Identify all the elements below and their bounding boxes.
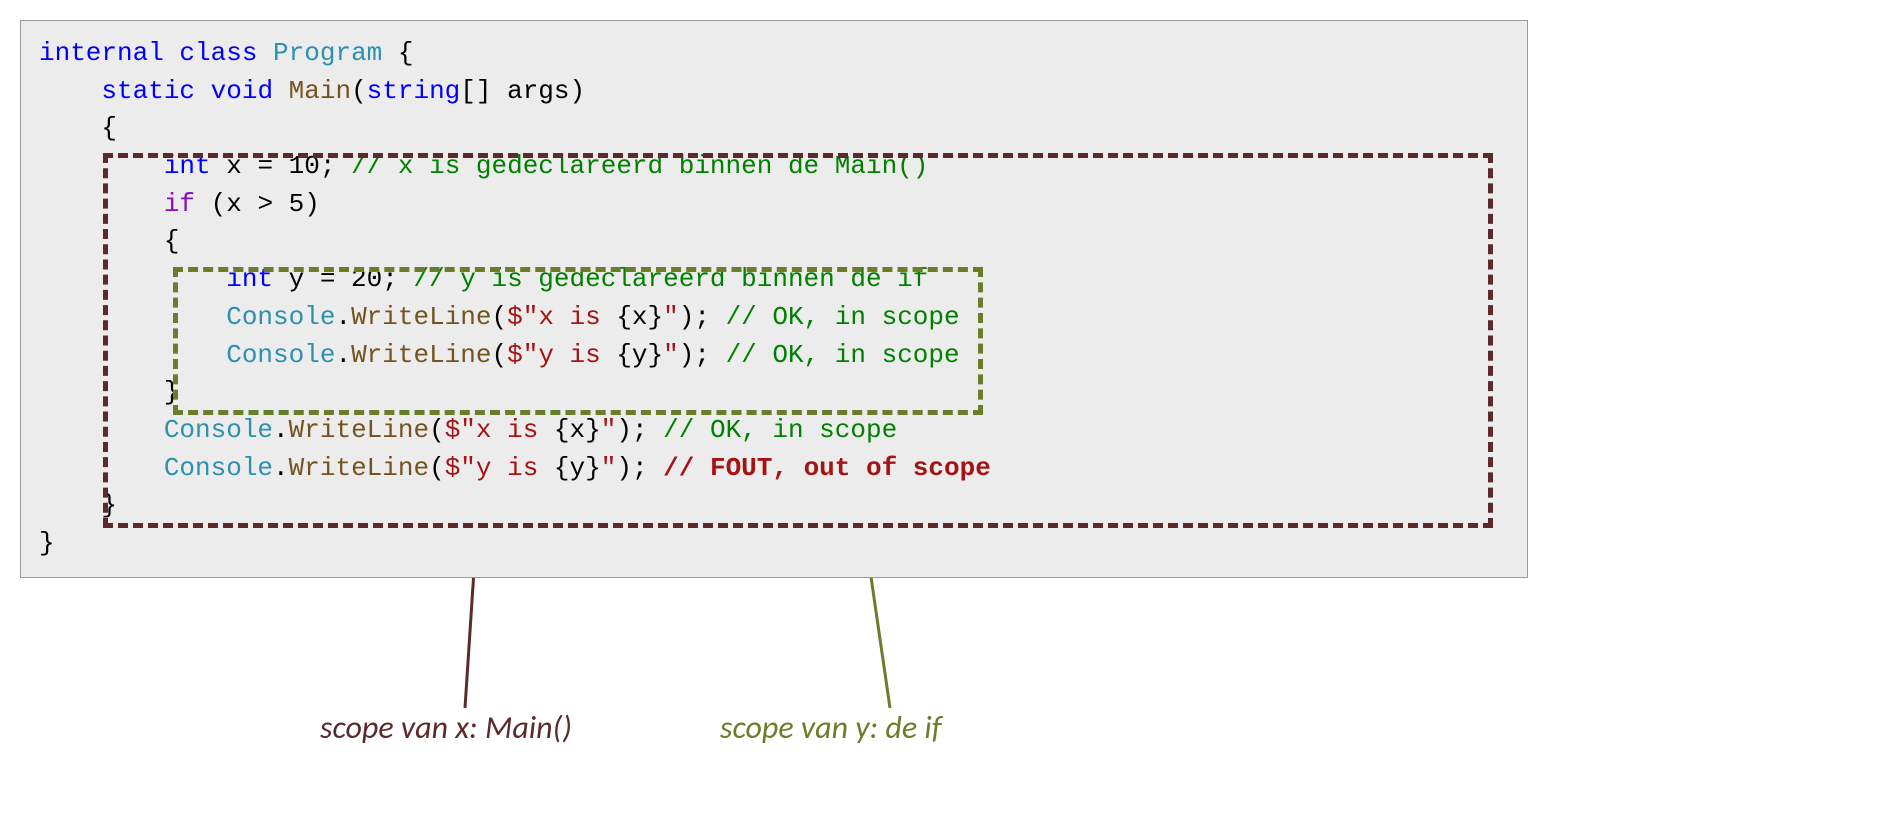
code-line: Console.WriteLine($"y is {y}"); // FOUT,… bbox=[39, 450, 1509, 488]
code-line: } bbox=[39, 487, 1509, 525]
code-line: static void Main(string[] args) bbox=[39, 73, 1509, 111]
code-line: Console.WriteLine($"y is {y}"); // OK, i… bbox=[39, 337, 1509, 375]
code-line: Console.WriteLine($"x is {x}"); // OK, i… bbox=[39, 412, 1509, 450]
scope-if-label: scope van y: de if bbox=[720, 708, 941, 747]
code-line: } bbox=[39, 374, 1509, 412]
code-line: { bbox=[39, 223, 1509, 261]
code-line: } bbox=[39, 525, 1509, 563]
annotations: scope van x: Main() scope van y: de if bbox=[20, 578, 1530, 758]
code-line: if (x > 5) bbox=[39, 186, 1509, 224]
scope-main-label: scope van x: Main() bbox=[320, 708, 572, 747]
code-line: int y = 20; // y is gedeclareerd binnen … bbox=[39, 261, 1509, 299]
code-line: int x = 10; // x is gedeclareerd binnen … bbox=[39, 148, 1509, 186]
code-line: internal class Program { bbox=[39, 35, 1509, 73]
code-line: Console.WriteLine($"x is {x}"); // OK, i… bbox=[39, 299, 1509, 337]
code-block: internal class Program { static void Mai… bbox=[20, 20, 1528, 578]
code-line: { bbox=[39, 110, 1509, 148]
